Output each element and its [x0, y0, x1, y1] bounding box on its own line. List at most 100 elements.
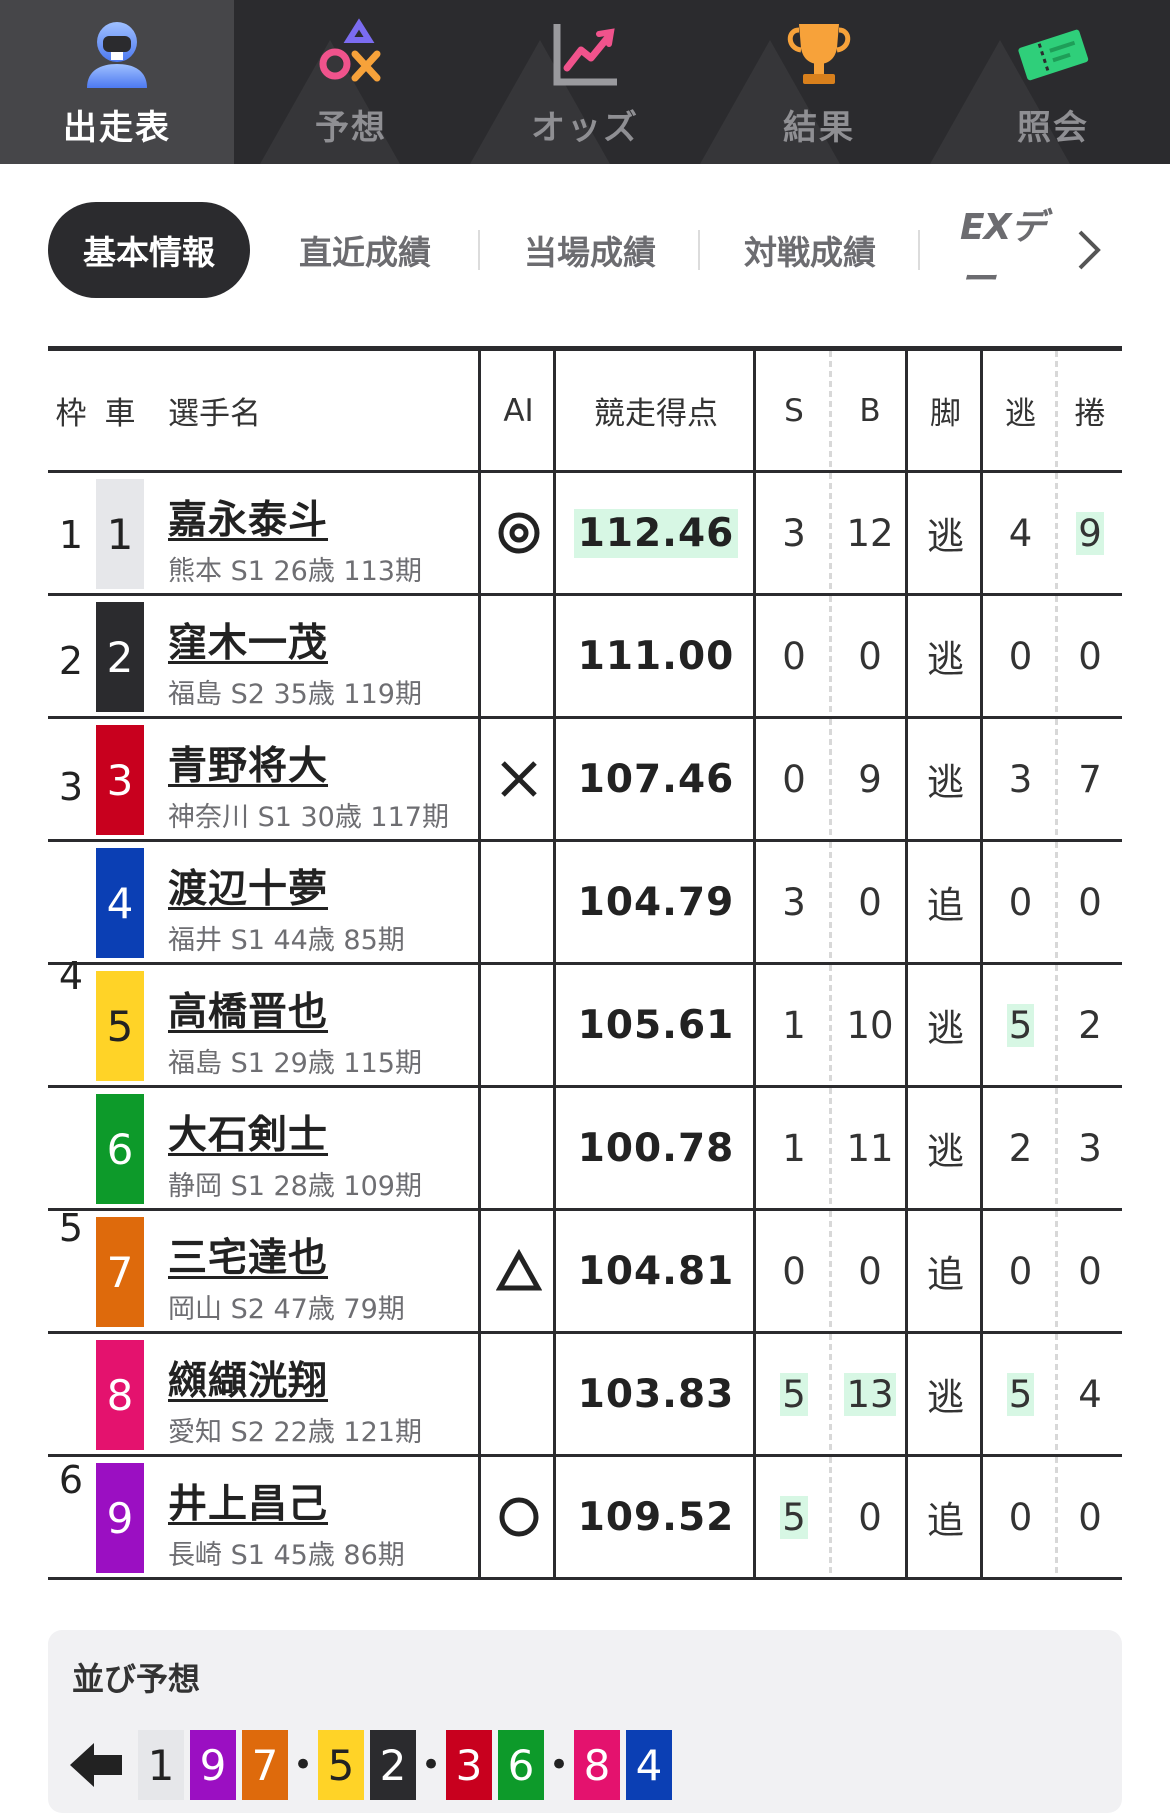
- race-score: 107.46: [577, 756, 735, 802]
- column-divider-dotted: [829, 596, 832, 716]
- subtab-basic-info[interactable]: 基本情報: [48, 202, 250, 298]
- makuri-count: 2: [1078, 1003, 1102, 1047]
- header-makuri: 捲: [1074, 396, 1106, 432]
- race-score: 104.81: [577, 1248, 735, 1294]
- b-count: 0: [858, 634, 882, 678]
- table-body: 1 嘉永泰斗 熊本 S1 26歳 113期 112.46 3 12 逃 4 9 2 窪木一茂 福島 S…: [48, 473, 1122, 1580]
- makuri-count: 3: [1078, 1126, 1102, 1170]
- player-name-link[interactable]: 窪木一茂: [168, 612, 328, 668]
- line-car-badge: 1: [138, 1730, 184, 1800]
- column-divider: [980, 1088, 983, 1208]
- circle-icon: [481, 1457, 556, 1577]
- subtab-matchup-results[interactable]: 対戦成績: [700, 202, 920, 298]
- line-car-badge: 3: [446, 1730, 492, 1800]
- nige-count: 4: [1008, 511, 1033, 555]
- b-count: 0: [858, 1249, 882, 1293]
- nav-tab-label: オッズ: [531, 108, 639, 148]
- waku-number: 6: [58, 1457, 84, 1502]
- column-divider: [980, 719, 983, 839]
- s-count: 3: [782, 511, 806, 555]
- leg-type: 逃: [927, 515, 964, 558]
- waku-number: 5: [58, 1205, 84, 1250]
- column-divider: [753, 351, 756, 470]
- column-divider: [753, 1334, 756, 1454]
- column-divider: [980, 351, 983, 470]
- table-row: 1 嘉永泰斗 熊本 S1 26歳 113期 112.46 3 12 逃 4 9: [48, 473, 1122, 596]
- column-divider: [905, 1457, 908, 1577]
- column-divider: [478, 1211, 481, 1331]
- entry-table: 枠 車 選手名 AI 競走得点 S B 脚 逃 捲 1 嘉永泰斗 熊本 S1 26歳…: [48, 346, 1122, 1580]
- player-name-link[interactable]: 井上昌己: [168, 1473, 328, 1529]
- nav-tab-label: 結果: [783, 108, 855, 148]
- s-count: 5: [780, 1495, 808, 1539]
- column-divider-dotted: [829, 719, 832, 839]
- nige-count: 0: [1008, 1495, 1033, 1539]
- column-divider: [980, 1334, 983, 1454]
- empty-mark: [481, 965, 556, 1085]
- column-divider-dotted: [1055, 1457, 1058, 1577]
- player-info: 愛知 S2 22歳 121期: [168, 1417, 422, 1448]
- column-divider-dotted: [1055, 473, 1058, 593]
- column-divider-dotted: [1055, 719, 1058, 839]
- column-divider: [905, 965, 908, 1085]
- leg-type: 逃: [927, 1130, 964, 1173]
- leg-type: 逃: [927, 638, 964, 681]
- nige-count: 0: [1008, 880, 1033, 924]
- column-divider: [478, 842, 481, 962]
- empty-mark: [481, 1334, 556, 1454]
- line-prediction-panel: 並び予想 1 9 7 • 5 2 • 3 6 • 8 4: [48, 1630, 1122, 1813]
- line-car-badge: 8: [574, 1730, 620, 1800]
- player-name-link[interactable]: 高橋晋也: [168, 981, 328, 1037]
- header-name: 選手名: [168, 396, 261, 432]
- car-number-badge: 5: [96, 971, 144, 1081]
- car-number-badge: 4: [96, 848, 144, 958]
- makuri-count: 0: [1078, 634, 1102, 678]
- column-divider: [753, 1457, 756, 1577]
- player-name-link[interactable]: 青野将大: [168, 735, 328, 791]
- column-divider: [553, 1334, 556, 1454]
- car-number-badge: 1: [96, 479, 144, 589]
- header-s: S: [784, 392, 804, 429]
- subtab-ex-data[interactable]: EXデー: [920, 202, 1070, 298]
- column-divider-dotted: [1055, 1334, 1058, 1454]
- nav-tab-entries[interactable]: 出走表: [0, 0, 234, 164]
- player-name-link[interactable]: 渡辺十夢: [168, 858, 328, 914]
- column-divider: [905, 596, 908, 716]
- b-count: 0: [858, 880, 882, 924]
- subtab-venue-results[interactable]: 当場成績: [480, 202, 700, 298]
- leg-type: 追: [927, 1499, 964, 1542]
- ticket-icon: [1013, 14, 1093, 94]
- leg-type: 追: [927, 1253, 964, 1296]
- race-score: 105.61: [577, 1002, 735, 1048]
- column-divider-dotted: [1055, 842, 1058, 962]
- player-info: 長崎 S1 45歳 86期: [168, 1540, 405, 1571]
- table-row: 6 大石剣士 静岡 S1 28歳 109期 100.78 1 11 逃 2 3: [48, 1088, 1122, 1211]
- empty-mark: [481, 1088, 556, 1208]
- nige-count: 5: [1006, 1003, 1035, 1047]
- leg-type: 追: [927, 884, 964, 927]
- player-name-link[interactable]: 嘉永泰斗: [168, 489, 328, 545]
- nav-tab-results[interactable]: 結果: [702, 0, 936, 164]
- player-name-link[interactable]: 三宅達也: [168, 1227, 328, 1283]
- line-separator-dot: •: [420, 1745, 442, 1785]
- makuri-count: 9: [1076, 511, 1104, 555]
- line-car-badge: 6: [498, 1730, 544, 1800]
- player-name-link[interactable]: 纐纈洸翔: [168, 1350, 328, 1406]
- leg-type: 逃: [927, 761, 964, 804]
- subtab-recent-results[interactable]: 直近成績: [250, 202, 480, 298]
- nige-count: 5: [1006, 1372, 1035, 1416]
- player-name-link[interactable]: 大石剣士: [168, 1104, 328, 1160]
- header-nige: 逃: [1005, 396, 1036, 432]
- table-row: 3 青野将大 神奈川 S1 30歳 117期 107.46 0 9 逃 3 7: [48, 719, 1122, 842]
- person-icon: [77, 14, 157, 94]
- chart-icon: [545, 14, 625, 94]
- column-divider: [553, 1457, 556, 1577]
- nav-tab-inquiry[interactable]: 照会: [936, 0, 1170, 164]
- chevron-right-icon[interactable]: [1076, 202, 1110, 298]
- column-divider: [980, 1211, 983, 1331]
- nav-tab-odds[interactable]: オッズ: [468, 0, 702, 164]
- leg-type: 逃: [927, 1007, 964, 1050]
- column-divider: [980, 1457, 983, 1577]
- nav-tab-predictions[interactable]: 予想: [234, 0, 468, 164]
- player-info: 福島 S2 35歳 119期: [168, 679, 422, 710]
